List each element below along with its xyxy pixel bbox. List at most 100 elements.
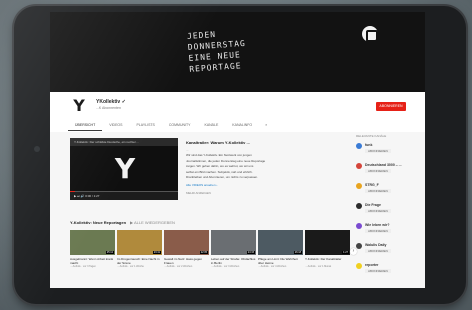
description-line: Journalistinnen, die jeden Donnerstag ei… [186,158,266,163]
related-subscribe-button[interactable]: ABONNIEREN [365,229,391,233]
all-videos-link[interactable]: Alle VIDEOS ansehen › [186,183,346,187]
video-card[interactable]: 23:41 Im Drogenrausch: Eine Nacht in der … [117,230,162,269]
tab-playlists[interactable]: PLAYLISTS [129,121,161,131]
related-subscribe-button[interactable]: ABONNIEREN [365,249,391,253]
video-meta: ... Aufrufe · vor 3 Tagen [70,265,96,268]
video-thumbnail[interactable]: 25:12 [70,230,115,255]
description-line: Dranbleiben und Abonnieren, um nichts zu… [186,175,259,179]
featured-video-meta: ... [186,148,189,152]
related-channels-title: Relevante Kanäle [356,134,387,138]
video-title[interactable]: Im Drogenrausch: Eine Nacht in der Szene [117,257,162,265]
uploads-shelf: Y-Kollektiv: Neue Reportagen ▶ ALLE WIEDE… [70,220,352,268]
video-controls[interactable]: ▶ ⏭ 🔊 0:00 / 1:27 [70,192,178,200]
banner-slogan: JEDEN DONNERSTAG EINE NEUE REPORTAGE [187,21,330,75]
related-channel-item[interactable]: Die Frage ABONNIEREN [356,202,422,222]
video-title[interactable]: Gewalt im Netz: Hass gegen Frauen [164,257,209,265]
related-channel-name[interactable]: Deutschland 3000 ‒ ... [365,163,402,167]
channel-avatar-icon [356,143,362,149]
related-channel-item[interactable]: reporter ABONNIEREN [356,262,422,282]
video-duration: 1:27 [342,251,349,254]
channel-banner: JEDEN DONNERSTAG EINE NEUE REPORTAGE [50,12,425,92]
related-channels: Relevante Kanäle funk ABONNIEREN Deutschla… [356,134,422,282]
video-thumbnail[interactable]: 24:33 [211,230,256,255]
channel-avatar-icon [356,223,362,229]
tab-overview[interactable]: ÜBERSICHT [68,121,103,131]
channel-avatar-icon [356,183,362,189]
video-card[interactable]: 24:33 Leben auf der Straße: Obdachlos in … [211,230,256,269]
video-meta: ... Aufrufe · vor 3 Wochen [211,265,240,268]
subscribe-button[interactable]: ABONNIEREN [376,102,406,111]
related-channels-list: funk ABONNIEREN Deutschland 3000 ‒ ... ABON… [356,142,422,282]
related-channel-item[interactable]: Walulis Daily ABONNIEREN [356,242,422,262]
related-channel-name[interactable]: Die Frage [365,203,381,207]
related-channel-name[interactable]: Wie leben wir? [365,223,389,227]
video-duration: 23:41 [152,251,161,254]
featured-video-player[interactable]: Y-Kollektiv: Der schäfste Deutsche, ein … [70,138,178,200]
video-duration: 26:18 [293,251,302,254]
related-channel-name[interactable]: reporter [365,263,378,267]
description-line: selbst ein Bild machen. Subjektiv, nah u… [186,169,253,174]
channel-avatar-icon [356,203,362,209]
tab-videos[interactable]: VIDEOS [102,121,129,131]
related-subscribe-button[interactable]: ABONNIEREN [365,149,391,153]
video-thumbnail[interactable]: 1:27 [305,230,350,255]
video-title[interactable]: Y-Kollektiv: Der Kanaltrailer [305,257,350,265]
channel-main: Y-Kollektiv: Der schäfste Deutsche, ein … [50,132,425,288]
related-subscribe-button[interactable]: ABONNIEREN [365,269,391,273]
video-thumbnail[interactable]: 23:41 [117,230,162,255]
video-duration: 22:05 [199,251,208,254]
video-thumbnail[interactable]: 26:18 [258,230,303,255]
tab-community[interactable]: COMMUNITY [162,121,198,131]
related-channel-item[interactable]: Deutschland 3000 ‒ ... ABONNIEREN [356,162,422,182]
four-squares-logo-icon [362,26,378,42]
featured-video-title[interactable]: Kanaltrailer: Warum Y-Kollektiv ... [186,140,346,145]
subscriber-count: ...K Abonnenten [96,106,121,110]
video-title[interactable]: Pflege am Limit: Die Wahrheit über Heime [258,257,303,265]
video-meta: ... Aufrufe · vor 1 Monat [305,265,332,268]
play-all-button[interactable]: ▶ ALLE WIEDERGEBEN [130,220,175,225]
video-card[interactable]: 26:18 Pflege am Limit: Die Wahrheit über … [258,230,303,269]
related-subscribe-button[interactable]: ABONNIEREN [365,189,391,193]
related-subscribe-button[interactable]: ABONNIEREN [365,169,391,173]
search-icon[interactable]: ⌕ [259,121,273,131]
tab-channels[interactable]: KANÄLE [197,121,225,131]
video-duration: 25:12 [105,251,114,254]
related-channel-name[interactable]: funk [365,143,372,147]
video-overlay-title: Y-Kollektiv: Der schäfste Deutsche, ein … [70,138,178,146]
tablet-screen: JEDEN DONNERSTAG EINE NEUE REPORTAGE Y Y… [50,12,425,288]
uploads-thumbnails: 25:12 Ausgebrannt: Wenn Arbeit krank mach… [70,230,350,269]
uploads-header: Y-Kollektiv: Neue Reportagen ▶ ALLE WIEDE… [70,220,352,225]
related-channel-name[interactable]: Walulis Daily [365,243,386,247]
tab-about[interactable]: KANALINFO [225,121,259,131]
description-line: zeigen. Wir gehen dahin, wo es wehtut, w… [186,164,254,168]
channel-avatar[interactable]: Y [70,97,88,115]
channel-name[interactable]: YKollektiv ✓ [96,99,126,105]
video-meta: ... Aufrufe · vor 2 Wochen [164,265,193,268]
channel-avatar-icon [356,163,362,169]
channel-avatar-icon [356,243,362,249]
channel-header: Y YKollektiv ✓ ...K Abonnenten ABONNIERE… [50,92,425,132]
video-title[interactable]: Leben auf der Straße: Obdachlos in Berli… [211,257,256,265]
video-meta: ... Aufrufe · vor 1 Woche [117,265,144,268]
featured-video-description: Kanaltrailer: Warum Y-Kollektiv ... ... … [186,140,346,195]
video-card[interactable]: 25:12 Ausgebrannt: Wenn Arbeit krank mach… [70,230,115,269]
video-thumbnail[interactable]: 22:05 [164,230,209,255]
video-card[interactable]: 1:27 Y-Kollektiv: Der Kanaltrailer... Auf… [305,230,350,269]
related-channel-item[interactable]: funk ABONNIEREN [356,142,422,162]
chevron-right-icon[interactable]: › [350,248,357,255]
video-meta: ... Aufrufe · vor 4 Wochen [258,265,287,268]
description-line: Wir sind das Y-Kollektiv. Ein Netzwerk v… [186,153,252,157]
channel-avatar-icon [356,263,362,269]
video-card[interactable]: 22:05 Gewalt im Netz: Hass gegen Frauen..… [164,230,209,269]
show-more-link[interactable]: MEHR ANZEIGEN [186,191,346,195]
related-subscribe-button[interactable]: ABONNIEREN [365,209,391,213]
related-channel-name[interactable]: STRG_F [365,183,379,187]
video-thumbnail-logo: Y [114,152,136,185]
uploads-title[interactable]: Y-Kollektiv: Neue Reportagen [70,220,126,225]
video-title[interactable]: Ausgebrannt: Wenn Arbeit krank macht [70,257,115,265]
camera-icon [34,146,40,152]
related-channel-item[interactable]: STRG_F ABONNIEREN [356,182,422,202]
channel-tabs: ÜBERSICHT VIDEOS PLAYLISTS COMMUNITY KAN… [68,121,273,131]
related-channel-item[interactable]: Wie leben wir? ABONNIEREN [356,222,422,242]
video-duration: 24:33 [246,251,255,254]
